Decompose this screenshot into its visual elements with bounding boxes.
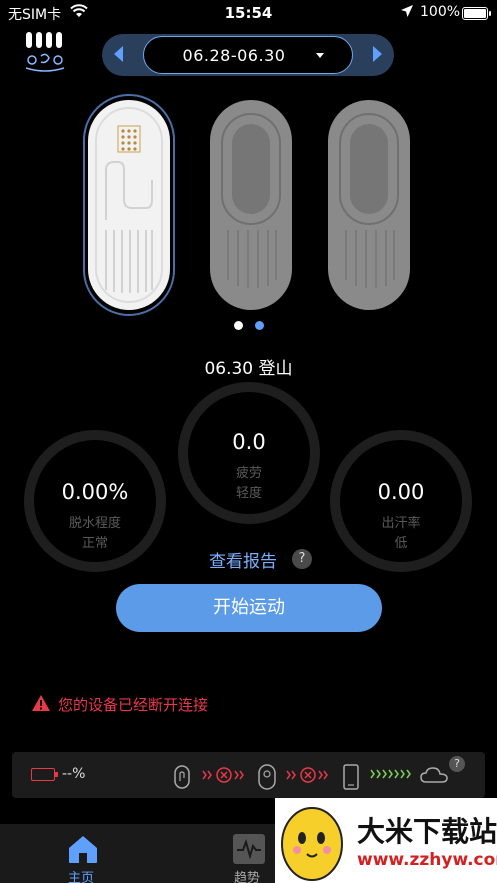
page-dot[interactable] — [255, 321, 264, 330]
report-help-icon[interactable]: ? — [292, 549, 312, 569]
sensor-patch-card[interactable] — [210, 100, 292, 310]
dehydration-level: 正常 — [81, 536, 108, 551]
battery-percent: 100% — [420, 4, 461, 20]
previous-range-button[interactable] — [114, 46, 123, 62]
watermark-url: www.zzhyw.com — [357, 850, 497, 870]
device-battery-tip — [55, 772, 58, 777]
battery-icon — [462, 7, 488, 20]
date-range-label: 06.28-06.30 — [182, 46, 286, 65]
sensor-patch-illustration — [221, 113, 281, 288]
home-icon — [69, 836, 97, 863]
cloud-icon — [420, 767, 448, 783]
sweat-rate-value: 0.00 — [377, 480, 425, 504]
location-arrow-icon — [401, 5, 413, 17]
device-battery-percent: --% — [62, 766, 86, 782]
carousel-page-indicator — [0, 321, 497, 331]
status-bar: 无SIM卡 15:54 100% — [0, 0, 497, 26]
sensor-patch-card-selected[interactable] — [88, 100, 170, 310]
chevron-down-icon — [316, 53, 324, 58]
date-range-dropdown[interactable]: 06.28-06.30 — [143, 36, 353, 74]
sweat-rate-gauge: 0.00 出汗率 低 — [330, 430, 472, 572]
start-exercise-button[interactable]: 开始运动 — [116, 584, 382, 632]
disconnected-link-icon — [202, 767, 244, 783]
mascot-logo-icon — [281, 807, 343, 881]
date-range-picker: 06.28-06.30 — [102, 34, 394, 76]
sensor-patch-illustration — [339, 113, 399, 288]
watermark-overlay: 大米下载站 www.zzhyw.com — [275, 798, 497, 883]
dehydration-value: 0.00% — [61, 480, 129, 504]
fatigue-level: 轻度 — [235, 486, 262, 501]
view-report-link[interactable]: 查看报告 — [209, 547, 277, 572]
fatigue-gauge: 0.0 疲劳 轻度 — [178, 382, 320, 524]
session-title: 06.30 登山 — [204, 359, 293, 379]
fatigue-label: 疲劳 — [235, 466, 262, 481]
patch-sensor-icon — [174, 765, 190, 789]
sensor-patch-card[interactable] — [328, 100, 410, 310]
device-connection-bar: --% ? — [12, 752, 485, 798]
app-logo-icon[interactable] — [22, 30, 68, 72]
sensor-patch-illustration — [95, 107, 163, 303]
receiver-device-icon — [258, 764, 276, 790]
connected-link-icon — [370, 769, 411, 779]
battery-tip — [489, 11, 491, 16]
tab-trend-label: 趋势 — [234, 871, 261, 883]
fatigue-value: 0.0 — [232, 430, 266, 454]
warning-icon — [32, 695, 50, 711]
disconnected-link-icon — [286, 767, 328, 783]
trend-chart-icon — [233, 834, 265, 864]
dehydration-gauge: 0.00% 脱水程度 正常 — [24, 430, 166, 572]
tab-home-label: 主页 — [68, 871, 95, 883]
watermark-brand: 大米下载站 — [357, 815, 497, 848]
dehydration-label: 脱水程度 — [68, 516, 121, 531]
phone-icon — [343, 764, 359, 790]
disconnected-warning: 您的设备已经断开连接 — [58, 696, 209, 714]
next-range-button[interactable] — [373, 46, 382, 62]
sweat-rate-label: 出汗率 — [381, 516, 421, 531]
sweat-rate-level: 低 — [394, 536, 408, 551]
page-dot-active[interactable] — [234, 321, 243, 330]
device-battery-icon — [31, 768, 55, 781]
device-help-icon[interactable]: ? — [449, 756, 465, 772]
